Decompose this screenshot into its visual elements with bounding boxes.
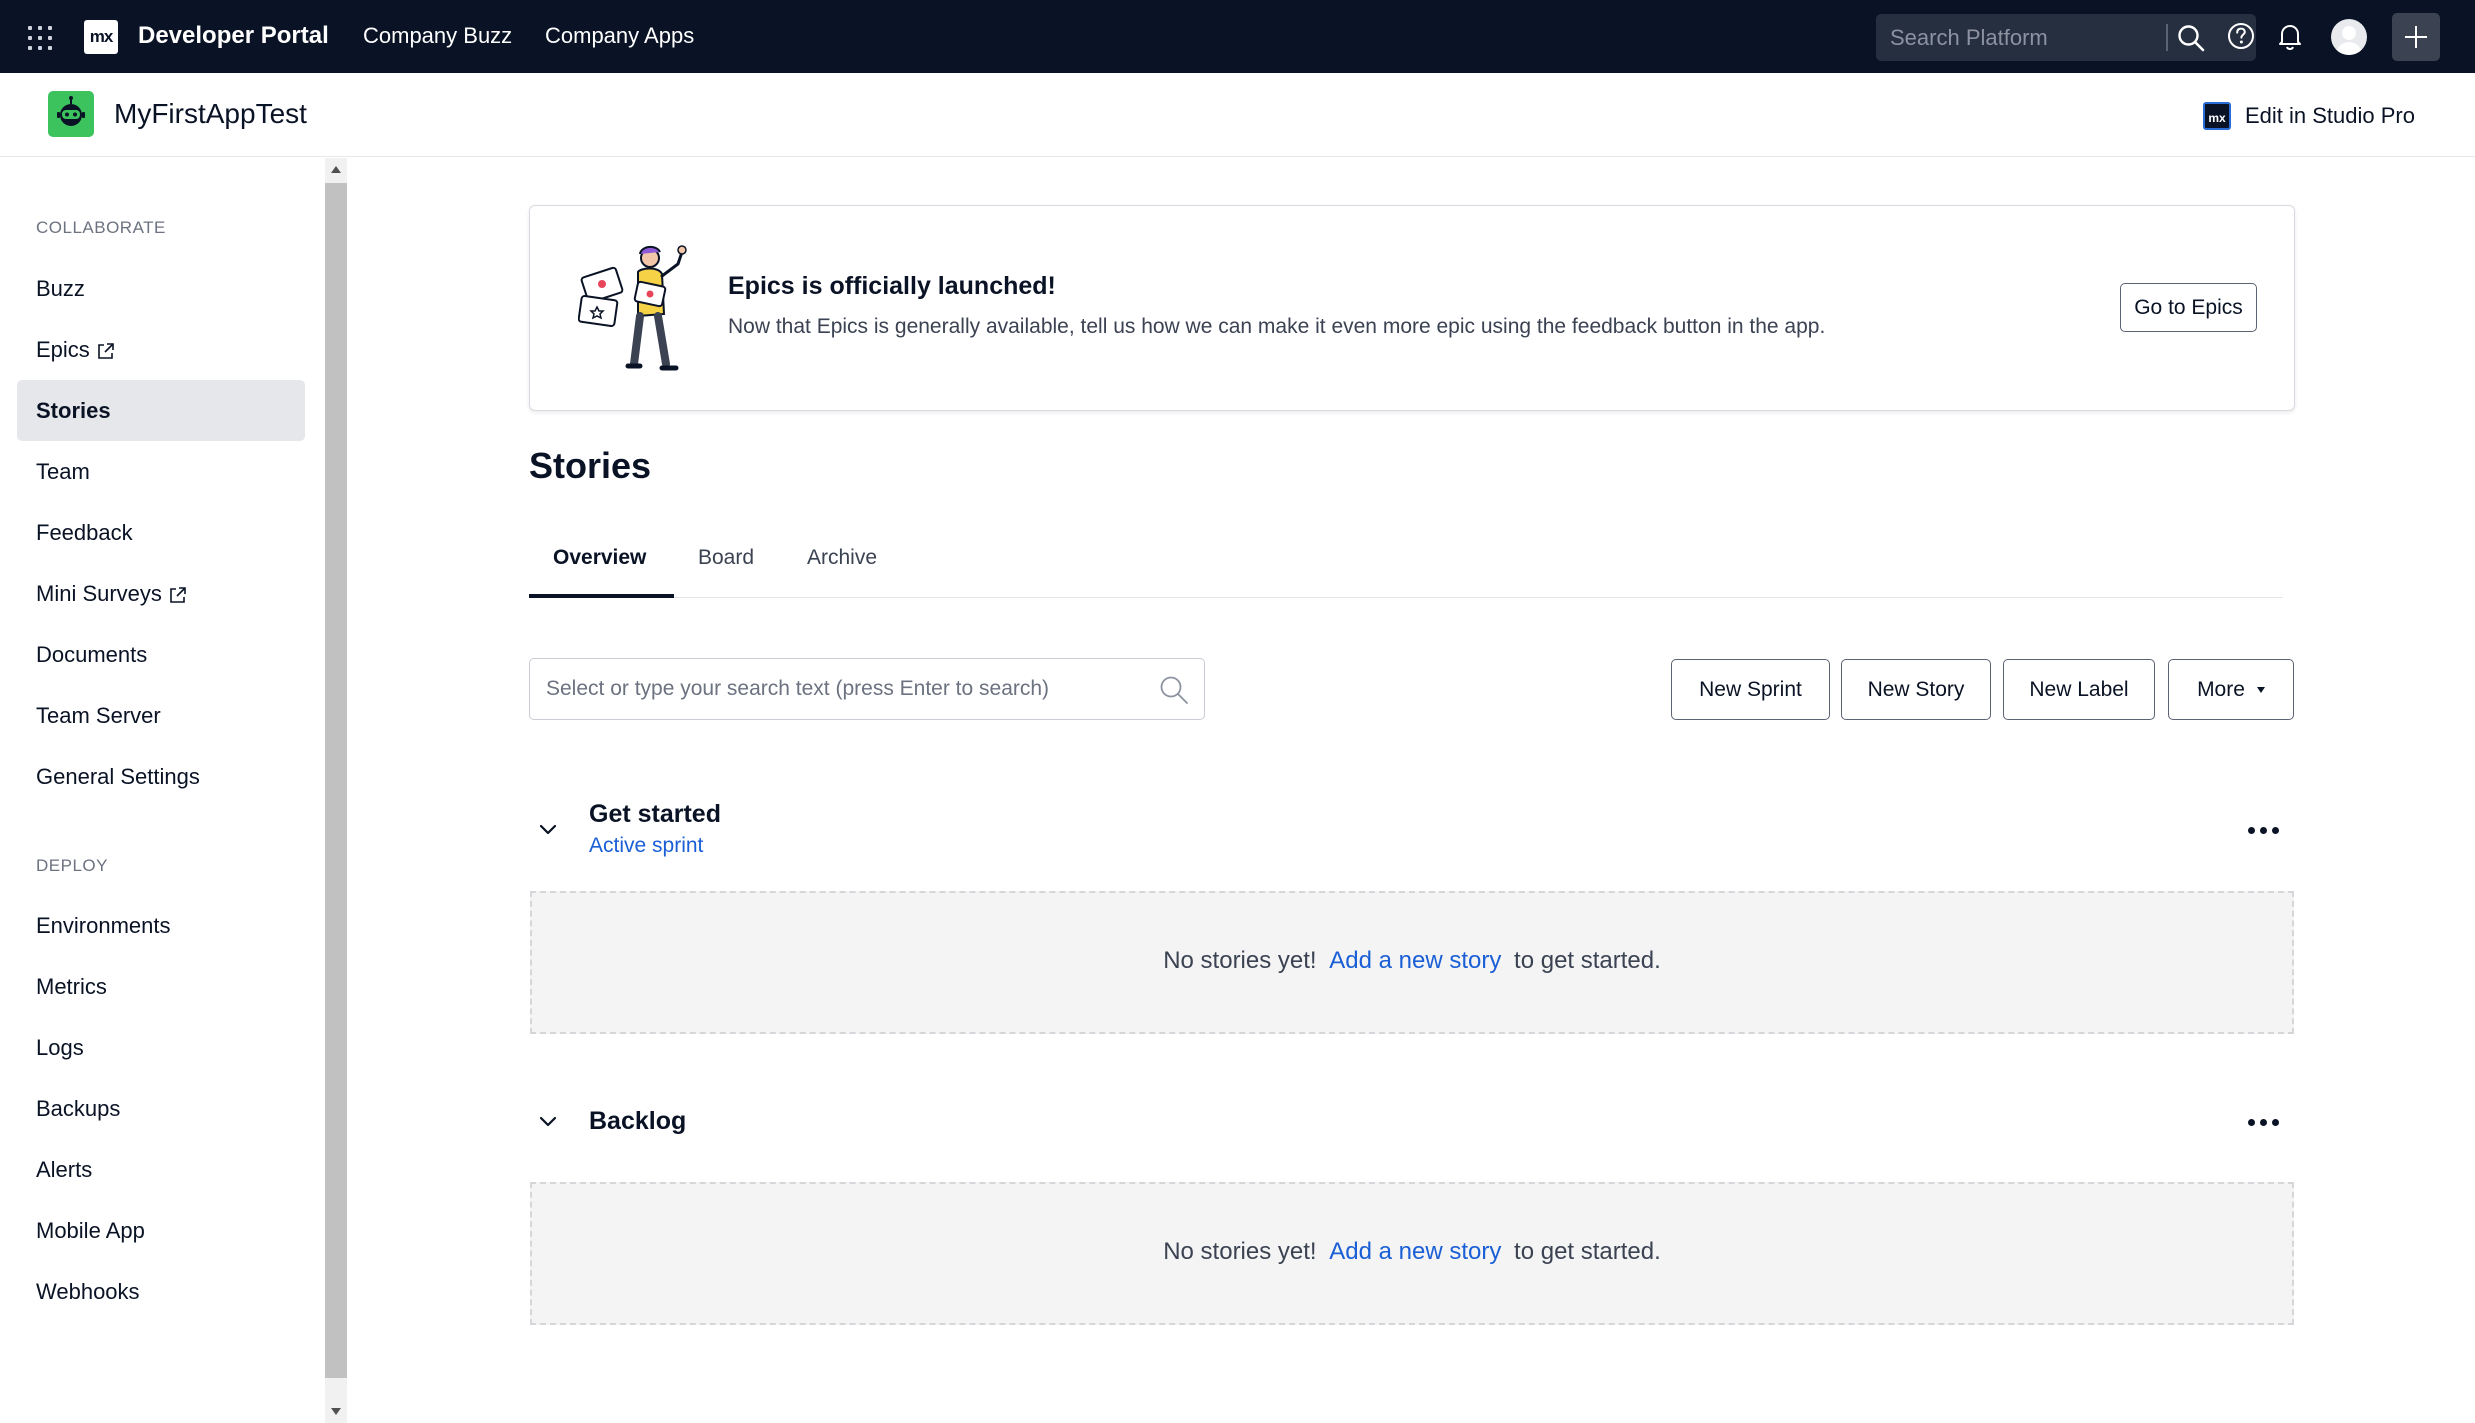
more-options-icon[interactable] [2248,827,2280,835]
empty-state-message: No stories yet! Add a new story to get s… [532,947,2292,975]
sidebar-item-label: Team Server [36,703,161,728]
search-icon[interactable] [1158,674,1190,706]
stories-tabs: Overview Board Archive [529,530,2283,598]
more-label: More [2197,678,2245,701]
sidebar-item-label: Mini Surveys [36,581,162,606]
more-dropdown-button[interactable]: More [2168,659,2294,720]
sidebar-item-label: Webhooks [36,1279,140,1304]
platform-search-input[interactable]: Search Platform [1876,14,2256,61]
search-divider [2166,24,2168,51]
portal-title[interactable]: Developer Portal [138,22,329,50]
sidebar-item-team[interactable]: Team [17,441,305,502]
sidebar-item-label: Epics [36,337,90,362]
sidebar-section-collaborate: COLLABORATE [36,218,166,237]
empty-state-prefix: No stories yet! [1163,947,1317,974]
empty-state-message: No stories yet! Add a new story to get s… [532,1238,2292,1266]
sidebar-scrollbar[interactable] [325,158,347,1423]
sprint-empty-state: No stories yet! Add a new story to get s… [530,891,2294,1034]
story-search-placeholder: Select or type your search text (press E… [546,677,1050,700]
sidebar-item-backups[interactable]: Backups [17,1078,305,1139]
add-new-story-link[interactable]: Add a new story [1329,947,1501,974]
chevron-down-icon[interactable] [538,1112,558,1132]
active-tab-indicator [529,594,674,598]
top-navigation-bar: mx Developer Portal Company Buzz Company… [0,0,2475,73]
apps-grid-icon[interactable] [28,26,52,50]
sidebar-item-label: Mobile App [36,1218,145,1243]
epics-launch-banner: Epics is officially launched! Now that E… [529,205,2295,411]
backlog-empty-state: No stories yet! Add a new story to get s… [530,1182,2294,1325]
epics-illustration-icon [578,245,687,371]
chevron-down-icon [2256,687,2265,694]
sidebar-item-label: Logs [36,1035,84,1060]
sidebar-item-general-settings[interactable]: General Settings [17,746,305,807]
add-new-story-link[interactable]: Add a new story [1329,1238,1501,1265]
scroll-down-arrow-icon[interactable] [331,1408,341,1415]
sidebar-item-label: Alerts [36,1157,93,1182]
user-avatar[interactable] [2331,19,2367,55]
nav-link-company-buzz[interactable]: Company Buzz [363,23,512,49]
sidebar-item-stories[interactable]: Stories [17,380,305,441]
scrollbar-thumb[interactable] [325,183,347,1378]
sidebar-item-logs[interactable]: Logs [17,1017,305,1078]
sidebar-item-mobile-app[interactable]: Mobile App [17,1200,305,1261]
sidebar-item-epics[interactable]: Epics [17,319,305,380]
sidebar-item-label: Team [36,459,90,484]
tab-board[interactable]: Board [698,546,754,570]
app-header: MyFirstAppTest mx Edit in Studio Pro [0,73,2475,157]
new-story-button[interactable]: New Story [1841,659,1991,720]
sidebar-item-label: Stories [36,398,111,423]
sidebar: COLLABORATE Buzz Epics Stories Team Feed… [0,158,325,1423]
sidebar-item-metrics[interactable]: Metrics [17,956,305,1017]
nav-link-company-apps[interactable]: Company Apps [545,23,694,49]
backlog-title[interactable]: Backlog [589,1107,686,1136]
mendix-logo[interactable]: mx [84,20,118,54]
sidebar-item-documents[interactable]: Documents [17,624,305,685]
banner-title: Epics is officially launched! [728,272,1056,300]
empty-state-suffix: to get started. [1514,947,1661,974]
sidebar-item-label: Environments [36,913,171,938]
sidebar-item-label: Feedback [36,520,133,545]
scroll-up-arrow-icon[interactable] [331,166,341,173]
studio-pro-icon: mx [2203,102,2231,130]
external-link-icon [97,343,114,359]
sidebar-item-label: General Settings [36,764,200,789]
sidebar-item-mini-surveys[interactable]: Mini Surveys [17,563,305,624]
tab-overview[interactable]: Overview [553,546,646,570]
more-options-icon[interactable] [2248,1119,2280,1127]
empty-state-prefix: No stories yet! [1163,1238,1317,1265]
plus-icon[interactable] [2392,13,2440,61]
tab-archive[interactable]: Archive [807,546,877,570]
search-icon[interactable] [2176,23,2206,53]
page-title: Stories [529,445,652,486]
edit-in-studio-pro-link[interactable]: mx Edit in Studio Pro [2203,102,2415,130]
app-name: MyFirstAppTest [114,98,307,129]
banner-text: Now that Epics is generally available, t… [728,315,1826,338]
external-link-icon [170,587,186,603]
sidebar-item-webhooks[interactable]: Webhooks [17,1261,305,1322]
search-placeholder: Search Platform [1890,25,2048,50]
sidebar-item-label: Backups [36,1096,121,1121]
sidebar-item-team-server[interactable]: Team Server [17,685,305,746]
sidebar-item-label: Documents [36,642,148,667]
sidebar-section-deploy: DEPLOY [36,856,108,875]
new-label-button[interactable]: New Label [2003,659,2155,720]
sidebar-item-label: Metrics [36,974,107,999]
story-search-input[interactable]: Select or type your search text (press E… [529,658,1205,720]
go-to-epics-button[interactable]: Go to Epics [2120,283,2257,332]
sidebar-item-environments[interactable]: Environments [17,895,305,956]
sidebar-item-label: Buzz [36,276,85,301]
app-robot-icon[interactable] [48,91,94,137]
sidebar-item-alerts[interactable]: Alerts [17,1139,305,1200]
sidebar-item-buzz[interactable]: Buzz [17,258,305,319]
new-sprint-button[interactable]: New Sprint [1671,659,1830,720]
chevron-down-icon[interactable] [538,820,558,840]
empty-state-suffix: to get started. [1514,1238,1661,1265]
sprint-status: Active sprint [589,834,704,857]
notification-bell-icon[interactable] [2274,20,2306,52]
sidebar-item-feedback[interactable]: Feedback [17,502,305,563]
help-icon[interactable] [2225,20,2257,52]
sprint-title[interactable]: Get started [589,800,721,829]
studio-link-label: Edit in Studio Pro [2245,103,2415,128]
